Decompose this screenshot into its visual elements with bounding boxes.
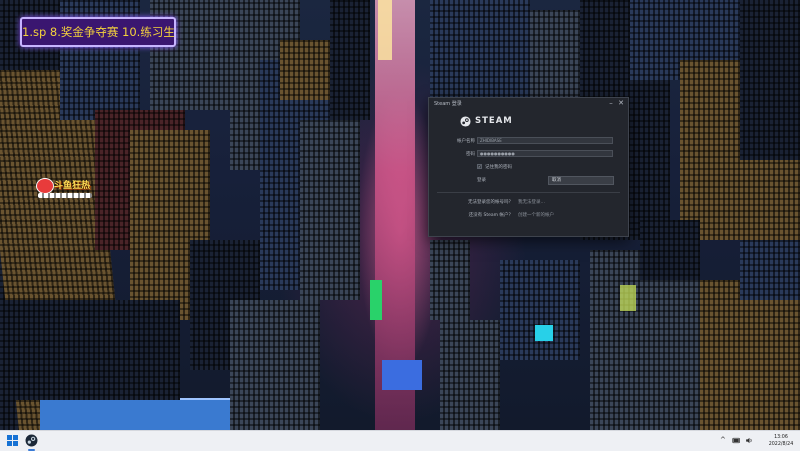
remember-password-label: 记住我的密码 (485, 165, 512, 170)
clock-time[interactable]: 13:06 (766, 435, 796, 440)
building (440, 320, 500, 430)
account-name-input[interactable] (477, 137, 613, 144)
window-titlebar[interactable]: Steam 登录 – ✕ (429, 98, 628, 110)
desktop-wallpaper (0, 0, 800, 430)
remember-password-checkbox[interactable]: ✓ (477, 164, 482, 169)
building (740, 240, 800, 300)
create-account-question: 还没有 Steam 帐户？ (468, 213, 513, 218)
building (640, 220, 700, 280)
cancel-button[interactable]: 取消 (548, 176, 614, 185)
weibo-logo-icon (36, 178, 54, 194)
watermark-text: 斗鱼狂热 (54, 181, 91, 191)
login-text-button[interactable]: 登录 (477, 177, 511, 184)
password-label: 密码 (466, 152, 475, 157)
tray-overflow-chevron-icon[interactable]: ^ (720, 435, 726, 446)
create-account-link[interactable]: 创建一个新的帐户 (518, 212, 554, 218)
billboard (370, 280, 382, 320)
help-link[interactable]: 我无法登录… (518, 199, 545, 205)
taskbar: ^ 13:06 2022/8/24 (0, 430, 800, 451)
stream-watermark: 斗鱼狂热 (36, 178, 94, 202)
steam-icon[interactable] (25, 434, 38, 447)
close-button[interactable]: ✕ (617, 99, 625, 107)
help-question: 无法登录您的帐号吗？ (468, 200, 513, 205)
building (0, 300, 180, 400)
billboard (535, 325, 553, 341)
watermark-stripe (38, 193, 92, 198)
password-input[interactable] (477, 150, 613, 157)
window-title: Steam 登录 (434, 101, 462, 107)
stream-title-text: 1.sp 8.奖金争夺赛 10.练习生 (22, 25, 175, 39)
building (700, 280, 800, 430)
wifi-icon[interactable] (732, 435, 741, 446)
building (230, 300, 320, 430)
account-label: 帐户名称 (457, 139, 475, 144)
building (300, 120, 360, 300)
stream-title-banner: 1.sp 8.奖金争夺赛 10.练习生 (20, 17, 176, 47)
billboard (620, 285, 636, 311)
building (430, 0, 530, 100)
divider (437, 192, 620, 193)
windows-start-icon[interactable] (7, 435, 18, 446)
minimize-button[interactable]: – (607, 99, 615, 107)
steam-login-window: Steam 登录 – ✕ STEAM 帐户名称 密码 ✓ 记住我的密码 登录 取… (428, 97, 629, 237)
building (40, 398, 255, 430)
building (530, 10, 580, 100)
billboard (378, 0, 392, 60)
steam-logo-icon (460, 116, 471, 127)
building (740, 0, 800, 160)
speaker-icon[interactable] (745, 435, 754, 446)
building (430, 240, 470, 320)
steam-wordmark: STEAM (475, 116, 513, 126)
clock-date[interactable]: 2022/8/24 (766, 442, 796, 447)
building (500, 260, 580, 360)
billboard (382, 360, 422, 390)
building (330, 0, 370, 120)
